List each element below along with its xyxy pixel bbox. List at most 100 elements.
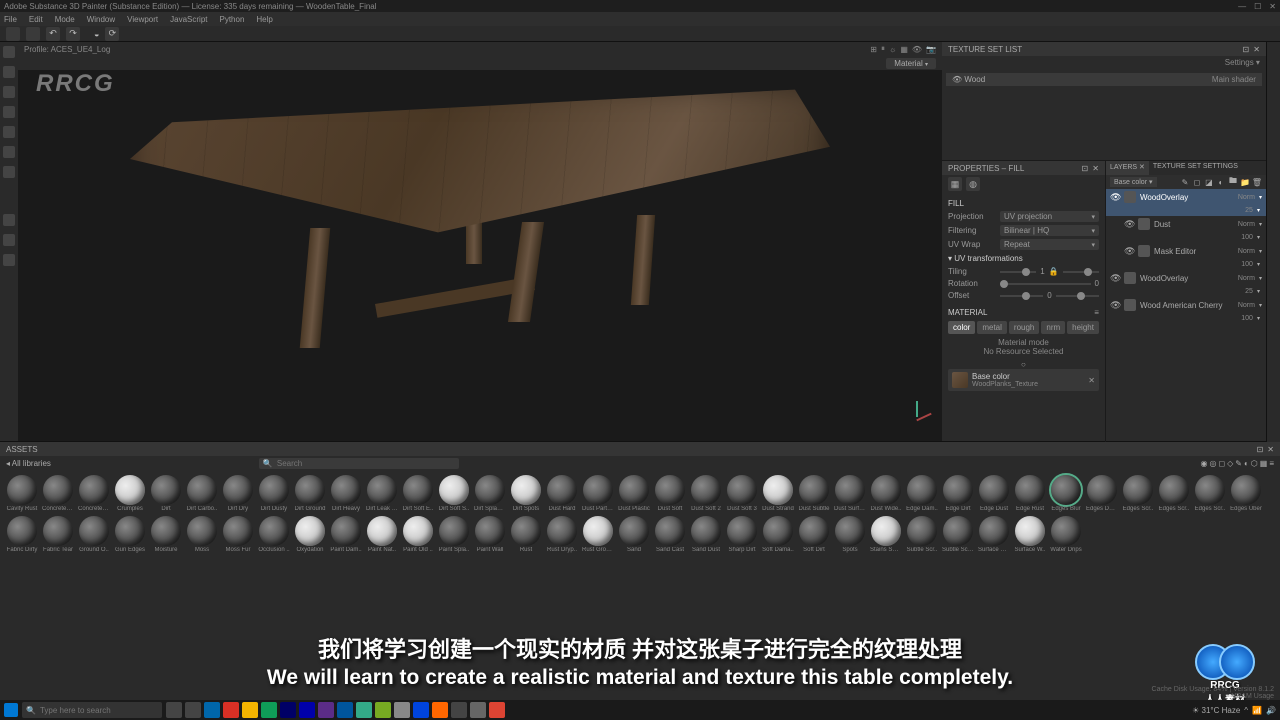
- close-icon[interactable]: ✕: [1269, 2, 1276, 11]
- filtering-dropdown[interactable]: Bilinear | HQ: [1000, 225, 1099, 236]
- taskbar-app-icon[interactable]: [299, 702, 315, 718]
- 3d-viewport[interactable]: [18, 70, 942, 441]
- layer-item[interactable]: 👁 Mask Editor Norm▾: [1106, 243, 1266, 259]
- asset-item[interactable]: Gun Edges: [114, 516, 146, 553]
- taskbar-app-icon[interactable]: [204, 702, 220, 718]
- taskbar-app-icon[interactable]: [451, 702, 467, 718]
- asset-item[interactable]: Edges Uber: [1230, 475, 1262, 512]
- redo-icon[interactable]: ↷: [66, 27, 80, 41]
- asset-item[interactable]: Cavity Rust: [6, 475, 38, 512]
- asset-item[interactable]: Fabric Dirty: [6, 516, 38, 553]
- save-icon[interactable]: [26, 27, 40, 41]
- asset-item[interactable]: Edge Dirt: [942, 475, 974, 512]
- asset-item[interactable]: Dirt: [150, 475, 182, 512]
- asset-item[interactable]: Dust Soft 2: [690, 475, 722, 512]
- view-icon[interactable]: 👁: [912, 45, 922, 54]
- asset-item[interactable]: Concrete E..: [42, 475, 74, 512]
- offset-x-slider[interactable]: [1000, 295, 1043, 297]
- menu-window[interactable]: Window: [87, 15, 115, 24]
- layer-opacity[interactable]: 100: [1233, 234, 1253, 241]
- layer-blend-mode[interactable]: Norm: [1238, 248, 1255, 255]
- taskbar-app-icon[interactable]: [337, 702, 353, 718]
- material-toggle-height[interactable]: height: [1067, 321, 1099, 334]
- mirror-tool[interactable]: [3, 234, 15, 246]
- asset-item[interactable]: Dirt Soft E..: [402, 475, 434, 512]
- menu-edit[interactable]: Edit: [29, 15, 43, 24]
- taskbar-app-icon[interactable]: [166, 702, 182, 718]
- start-button[interactable]: [4, 703, 18, 717]
- folder-icon[interactable]: 📁: [1240, 177, 1250, 187]
- filter-icon[interactable]: ◉: [1200, 459, 1207, 468]
- layer-opacity[interactable]: 100: [1233, 315, 1253, 322]
- menu-viewport[interactable]: Viewport: [127, 15, 158, 24]
- undo-icon[interactable]: ↶: [46, 27, 60, 41]
- asset-item[interactable]: Spots: [834, 516, 866, 553]
- asset-item[interactable]: Dust Wide..: [870, 475, 902, 512]
- layer-blend-mode[interactable]: Norm: [1238, 302, 1255, 309]
- asset-item[interactable]: Sand Cast: [654, 516, 686, 553]
- reload-icon[interactable]: ⟳: [105, 27, 119, 41]
- asset-item[interactable]: Rust: [510, 516, 542, 553]
- color-profile[interactable]: Profile: ACES_UE4_Log: [24, 45, 110, 54]
- pause-icon[interactable]: ⏸: [881, 44, 885, 54]
- asset-item[interactable]: Ground O..: [78, 516, 110, 553]
- menu-javascript[interactable]: JavaScript: [170, 15, 207, 24]
- material-menu-icon[interactable]: ≡: [1094, 308, 1099, 317]
- smudge-tool[interactable]: [3, 126, 15, 138]
- filter-icon[interactable]: ✎: [1235, 459, 1242, 468]
- base-color-field[interactable]: Base color WoodPlanks_Texture ✕: [948, 369, 1099, 391]
- asset-item[interactable]: Dust Plastic: [618, 475, 650, 512]
- grid-view-icon[interactable]: ▦: [1260, 459, 1268, 468]
- camera-mode-icon[interactable]: ⊞: [870, 45, 877, 54]
- asset-item[interactable]: Edges Blur: [1050, 475, 1082, 512]
- asset-item[interactable]: Dust Hard: [546, 475, 578, 512]
- taskbar-app-icon[interactable]: [280, 702, 296, 718]
- taskbar-app-icon[interactable]: [242, 702, 258, 718]
- panel-close-icon[interactable]: ✕: [1253, 45, 1260, 54]
- taskbar-app-icon[interactable]: [489, 702, 505, 718]
- asset-item[interactable]: Moisture: [150, 516, 182, 553]
- env-icon[interactable]: ☼: [889, 45, 896, 54]
- tray-wifi-icon[interactable]: 📶: [1252, 706, 1262, 715]
- library-filter-dropdown[interactable]: ◂ All libraries: [6, 459, 51, 468]
- asset-item[interactable]: Occlusion ..: [258, 516, 290, 553]
- layer-opacity[interactable]: 25: [1233, 207, 1253, 214]
- taskbar-app-icon[interactable]: [470, 702, 486, 718]
- texture-set-item[interactable]: 👁 Wood Main shader: [946, 73, 1262, 86]
- list-view-icon[interactable]: ≡: [1269, 459, 1274, 468]
- layer-blend-mode[interactable]: Norm: [1238, 194, 1255, 201]
- taskbar-app-icon[interactable]: [375, 702, 391, 718]
- taskbar-app-icon[interactable]: [185, 702, 201, 718]
- asset-item[interactable]: Dirt Carbo..: [186, 475, 218, 512]
- remove-icon[interactable]: ✕: [1088, 376, 1095, 385]
- texture-set-settings-tab[interactable]: TEXTURE SET SETTINGS: [1149, 161, 1242, 175]
- asset-item[interactable]: Dirt Ground: [294, 475, 326, 512]
- fill-mode-icon[interactable]: ▦: [948, 177, 962, 191]
- taskbar-search-input[interactable]: [40, 706, 150, 715]
- menu-python[interactable]: Python: [220, 15, 245, 24]
- tiling-slider-y[interactable]: [1063, 271, 1099, 273]
- asset-item[interactable]: Surface Rust: [978, 516, 1010, 553]
- asset-item[interactable]: Edges Scr..: [1194, 475, 1226, 512]
- symmetry-tool[interactable]: [3, 254, 15, 266]
- taskbar-app-icon[interactable]: [413, 702, 429, 718]
- asset-item[interactable]: Concrete S..: [78, 475, 110, 512]
- assets-search-input[interactable]: [277, 459, 455, 468]
- channel-dropdown[interactable]: Base color: [1110, 177, 1157, 187]
- asset-item[interactable]: Moss: [186, 516, 218, 553]
- filter-icon[interactable]: ⬡: [1251, 459, 1258, 468]
- polyfill-tool[interactable]: [3, 106, 15, 118]
- material-toggle-metal[interactable]: metal: [977, 321, 1007, 334]
- layer-visibility-icon[interactable]: 👁: [1124, 246, 1134, 257]
- material-toggle-rough[interactable]: rough: [1009, 321, 1039, 334]
- material-dropdown[interactable]: Material ▾: [886, 58, 936, 69]
- asset-item[interactable]: Paint Old ..: [402, 516, 434, 553]
- asset-item[interactable]: Paint Nat..: [366, 516, 398, 553]
- assets-search[interactable]: 🔍: [259, 458, 459, 469]
- material-toggle-nrm[interactable]: nrm: [1041, 321, 1065, 334]
- asset-item[interactable]: Subtle Sca..: [942, 516, 974, 553]
- asset-item[interactable]: Edge Dust: [978, 475, 1010, 512]
- asset-item[interactable]: Rust Dryp..: [546, 516, 578, 553]
- view-gizmo[interactable]: [902, 401, 932, 431]
- asset-item[interactable]: Dust Subtle: [798, 475, 830, 512]
